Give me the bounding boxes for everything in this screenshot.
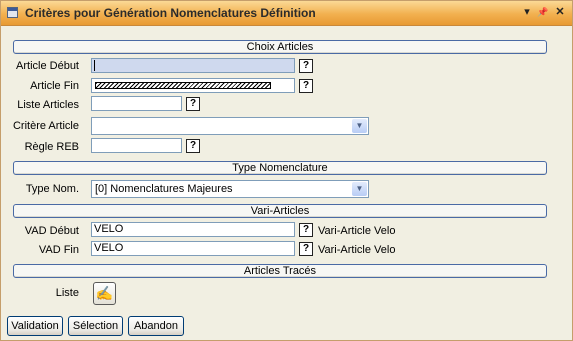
vad-debut-label: VAD Début xyxy=(24,225,79,237)
vad-fin-help-icon[interactable]: ? xyxy=(299,242,313,256)
liste-articles-input[interactable] xyxy=(91,96,182,111)
liste-pick-button[interactable]: ✍ xyxy=(93,282,116,305)
validation-button[interactable]: Validation xyxy=(7,316,63,336)
window-title: Critères pour Génération Nomenclatures D… xyxy=(25,6,316,20)
liste-label: Liste xyxy=(55,287,79,299)
menu-dropdown-icon[interactable]: ▾ xyxy=(520,5,534,20)
vad-debut-input[interactable]: VELO xyxy=(91,222,295,237)
abandon-button[interactable]: Abandon xyxy=(128,316,184,336)
edit-list-icon: ✍ xyxy=(95,285,114,301)
regle-reb-help-icon[interactable]: ? xyxy=(186,139,200,153)
vad-fin-label: VAD Fin xyxy=(38,244,79,256)
type-nom-select[interactable]: [0] Nomenclatures Majeures ▼ xyxy=(91,180,369,198)
article-debut-label: Article Début xyxy=(16,60,79,72)
section-vari-articles: Vari-Articles xyxy=(13,204,547,218)
liste-articles-label: Liste Articles xyxy=(17,99,79,111)
critere-article-label: Critère Article xyxy=(12,120,79,132)
article-debut-help-icon[interactable]: ? xyxy=(299,59,313,73)
selection-button[interactable]: Sélection xyxy=(68,316,123,336)
window-icon xyxy=(7,7,18,18)
regle-reb-label: Règle REB xyxy=(24,141,79,153)
chevron-down-icon[interactable]: ▼ xyxy=(352,119,367,133)
section-type-nomenclature: Type Nomenclature xyxy=(13,161,547,175)
section-choix-articles: Choix Articles xyxy=(13,40,547,54)
vad-debut-help-icon[interactable]: ? xyxy=(299,223,313,237)
chevron-down-icon[interactable]: ▼ xyxy=(352,182,367,196)
regle-reb-input[interactable] xyxy=(91,138,182,153)
article-fin-input[interactable] xyxy=(91,78,295,93)
section-articles-traces: Articles Tracés xyxy=(13,264,547,278)
vad-debut-description: Vari-Article Velo xyxy=(318,225,396,237)
article-debut-input[interactable] xyxy=(91,58,295,73)
criteria-window: Critères pour Génération Nomenclatures D… xyxy=(0,0,573,341)
article-fin-label: Article Fin xyxy=(30,80,79,92)
liste-articles-help-icon[interactable]: ? xyxy=(186,97,200,111)
title-bar[interactable]: Critères pour Génération Nomenclatures D… xyxy=(1,1,572,26)
article-fin-help-icon[interactable]: ? xyxy=(299,79,313,93)
type-nom-label: Type Nom. xyxy=(25,183,79,195)
pin-icon[interactable]: 📌 xyxy=(536,5,550,20)
close-icon[interactable]: ✕ xyxy=(553,5,567,20)
vad-fin-input[interactable]: VELO xyxy=(91,241,295,256)
hatched-fill xyxy=(95,82,271,89)
critere-article-select[interactable]: ▼ xyxy=(91,117,369,135)
vad-fin-description: Vari-Article Velo xyxy=(318,244,396,256)
text-cursor xyxy=(94,59,95,71)
